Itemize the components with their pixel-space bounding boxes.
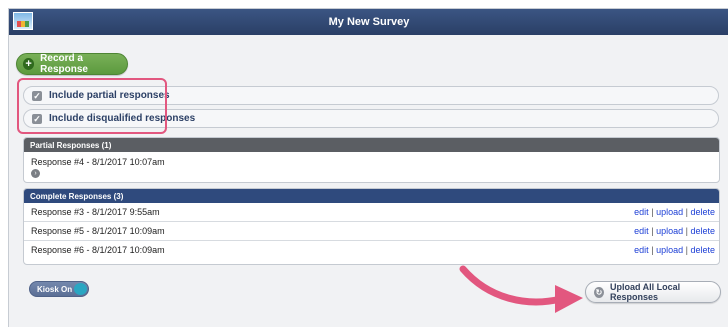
partial-responses-header: Partial Responses (1) xyxy=(24,138,719,152)
plus-icon: + xyxy=(23,58,35,70)
table-row: Response #6 - 8/1/2017 10:09am edit | up… xyxy=(24,241,719,259)
complete-responses-header: Complete Responses (3) xyxy=(24,189,719,203)
edit-link[interactable]: edit xyxy=(634,226,649,236)
window-title: My New Survey xyxy=(328,16,410,28)
toggle-knob xyxy=(74,283,87,295)
separator: | xyxy=(651,245,654,255)
kiosk-toggle[interactable]: Kiosk On xyxy=(29,281,89,297)
edit-link[interactable]: edit xyxy=(634,245,649,255)
table-row: Response #3 - 8/1/2017 9:55am edit | upl… xyxy=(24,203,719,222)
separator: | xyxy=(685,207,688,217)
table-row: Response #5 - 8/1/2017 10:09am edit | up… xyxy=(24,222,719,241)
arrow-circle-icon[interactable]: › xyxy=(31,169,40,178)
response-label: Response #6 - 8/1/2017 10:09am xyxy=(31,245,165,255)
upload-link[interactable]: upload xyxy=(656,207,683,217)
upload-all-label: Upload All Local Responses xyxy=(610,282,681,302)
separator: | xyxy=(651,226,654,236)
kiosk-label: Kiosk On xyxy=(37,284,73,294)
record-response-button[interactable]: + Record a Response xyxy=(16,53,128,75)
row-actions: edit | upload | delete xyxy=(634,207,715,217)
complete-responses-panel: Complete Responses (3) Response #3 - 8/1… xyxy=(23,188,720,265)
row-actions: edit | upload | delete xyxy=(634,226,715,236)
callout-arrow-icon xyxy=(459,265,583,313)
upload-link[interactable]: upload xyxy=(656,226,683,236)
upload-icon: ↻ xyxy=(594,286,605,298)
delete-link[interactable]: delete xyxy=(690,245,715,255)
app-window: My New Survey + Record a Response ✓ Incl… xyxy=(8,8,728,327)
delete-link[interactable]: delete xyxy=(690,207,715,217)
title-bar: My New Survey xyxy=(9,9,728,35)
response-label: Response #3 - 8/1/2017 9:55am xyxy=(31,207,160,217)
record-response-label: Record a Response xyxy=(40,53,88,75)
delete-link[interactable]: delete xyxy=(690,226,715,236)
upload-all-button[interactable]: ↻ Upload All Local Responses xyxy=(585,281,721,303)
upload-link[interactable]: upload xyxy=(656,245,683,255)
separator: | xyxy=(685,245,688,255)
separator: | xyxy=(651,207,654,217)
partial-response-label: Response #4 - 8/1/2017 10:07am xyxy=(31,157,165,167)
row-actions: edit | upload | delete xyxy=(634,245,715,255)
partial-response-row[interactable]: Response #4 - 8/1/2017 10:07am › xyxy=(24,152,719,182)
edit-link[interactable]: edit xyxy=(634,207,649,217)
response-label: Response #5 - 8/1/2017 10:09am xyxy=(31,226,165,236)
partial-responses-panel: Partial Responses (1) Response #4 - 8/1/… xyxy=(23,137,720,183)
separator: | xyxy=(685,226,688,236)
highlight-annotation xyxy=(17,78,167,134)
